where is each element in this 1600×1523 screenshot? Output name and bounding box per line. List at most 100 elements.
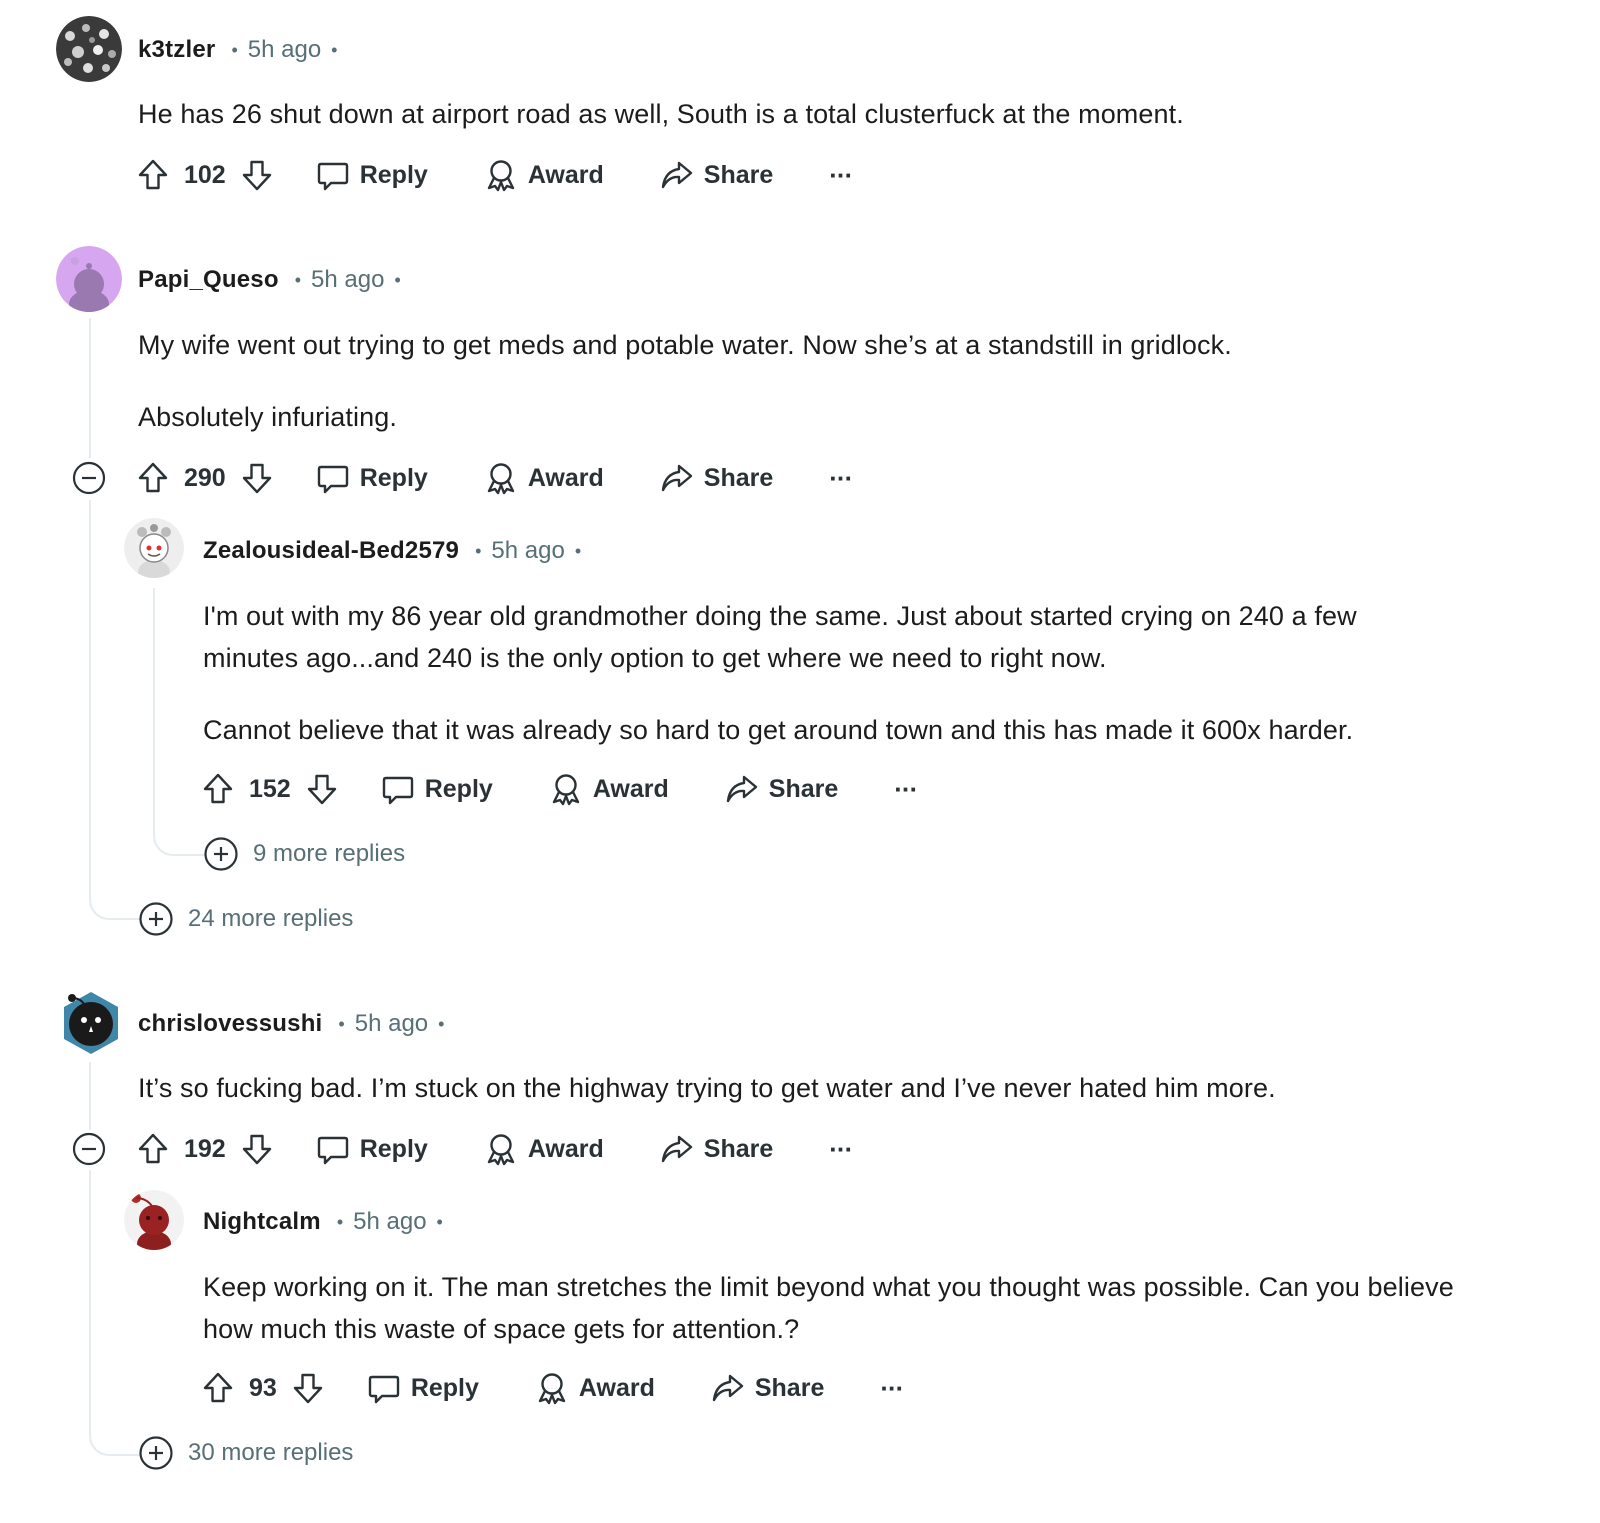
award-icon xyxy=(487,463,515,495)
upvote-button[interactable] xyxy=(201,1371,235,1405)
username[interactable]: k3tzler xyxy=(138,36,215,64)
award-label: Award xyxy=(527,160,604,189)
more-replies-label: 30 more replies xyxy=(188,1439,354,1466)
username[interactable]: Zealousideal-Bed2579 xyxy=(203,537,459,565)
vote-count: 102 xyxy=(184,160,226,189)
award-button[interactable]: Award xyxy=(549,772,669,806)
more-replies-button[interactable]: 24 more replies xyxy=(138,899,353,939)
timestamp: 5h ago xyxy=(247,36,322,63)
more-options-button[interactable]: ··· xyxy=(829,1134,853,1165)
reply-icon xyxy=(368,1375,400,1404)
downvote-button[interactable] xyxy=(305,772,339,806)
upvote-icon xyxy=(203,1372,233,1403)
award-label: Award xyxy=(592,774,669,803)
thread-line xyxy=(153,588,205,856)
more-replies-label: 24 more replies xyxy=(188,905,354,932)
avatar[interactable] xyxy=(56,246,122,312)
reply-button[interactable]: Reply xyxy=(316,1132,428,1166)
vote-count: 290 xyxy=(184,463,226,492)
share-label: Share xyxy=(703,463,774,492)
downvote-icon xyxy=(242,1134,271,1165)
comment-header: Zealousideal-Bed2579 • 5h ago • xyxy=(203,533,581,569)
downvote-button[interactable] xyxy=(240,461,274,495)
share-icon xyxy=(661,161,692,189)
more-options-button[interactable]: ··· xyxy=(894,774,918,805)
comment-header: chrislovessushi • 5h ago • xyxy=(138,1006,444,1042)
reply-button[interactable]: Reply xyxy=(316,461,428,495)
downvote-button[interactable] xyxy=(291,1371,325,1405)
timestamp: 5h ago xyxy=(354,1010,429,1037)
comment-text: He has 26 shut down at airport road as w… xyxy=(138,99,1184,129)
award-icon xyxy=(538,1373,566,1405)
share-button[interactable]: Share xyxy=(660,1132,773,1166)
separator-dot: • xyxy=(394,269,401,290)
avatar[interactable] xyxy=(124,518,184,578)
avatar[interactable] xyxy=(56,16,122,82)
comment-text: My wife went out trying to get meds and … xyxy=(138,330,1232,360)
avatar[interactable] xyxy=(58,990,124,1056)
username[interactable]: Papi_Queso xyxy=(138,266,279,294)
timestamp: 5h ago xyxy=(311,266,385,293)
downvote-icon xyxy=(307,774,336,805)
comment-text: It’s so fucking bad. I’m stuck on the hi… xyxy=(138,1073,1276,1103)
comment-actions: 192 Reply Award Share ··· xyxy=(136,1127,853,1171)
comment-text: Absolutely infuriating. xyxy=(138,402,397,432)
separator-dot: • xyxy=(336,1211,344,1232)
share-button[interactable]: Share xyxy=(711,1371,824,1405)
award-button[interactable]: Award xyxy=(535,1371,655,1405)
award-label: Award xyxy=(527,463,604,492)
more-options-button[interactable]: ··· xyxy=(829,160,853,191)
comment-header: k3tzler • 5h ago • xyxy=(138,32,337,68)
more-options-button[interactable]: ··· xyxy=(829,463,853,494)
upvote-button[interactable] xyxy=(136,461,170,495)
reply-button[interactable]: Reply xyxy=(316,158,428,192)
comment-body: Keep working on it. The man stretches th… xyxy=(203,1266,1454,1350)
thread-line xyxy=(89,318,91,458)
more-replies-button[interactable]: 30 more replies xyxy=(138,1433,353,1473)
comment-body: My wife went out trying to get meds and … xyxy=(138,324,1232,438)
upvote-icon xyxy=(138,159,168,190)
separator-dot: • xyxy=(338,1013,345,1034)
award-button[interactable]: Award xyxy=(484,461,604,495)
comment-text: Cannot believe that it was already so ha… xyxy=(203,715,1354,745)
upvote-button[interactable] xyxy=(136,1132,170,1166)
downvote-icon xyxy=(242,160,271,191)
reply-button[interactable]: Reply xyxy=(367,1371,479,1405)
username[interactable]: Nightcalm xyxy=(203,1208,321,1236)
downvote-button[interactable] xyxy=(240,158,274,192)
award-icon xyxy=(487,1134,515,1166)
collapse-button[interactable] xyxy=(72,1132,106,1166)
reply-button[interactable]: Reply xyxy=(381,772,493,806)
share-button[interactable]: Share xyxy=(660,158,773,192)
share-icon xyxy=(726,775,757,803)
expand-icon xyxy=(139,902,173,936)
username[interactable]: chrislovessushi xyxy=(138,1010,322,1038)
avatar[interactable] xyxy=(124,1190,184,1250)
downvote-icon xyxy=(242,463,271,494)
separator-dot: • xyxy=(574,540,582,561)
upvote-button[interactable] xyxy=(136,158,170,192)
timestamp: 5h ago xyxy=(491,537,565,564)
comment-body: It’s so fucking bad. I’m stuck on the hi… xyxy=(138,1067,1276,1109)
reply-label: Reply xyxy=(359,160,428,189)
share-button[interactable]: Share xyxy=(725,772,838,806)
award-label: Award xyxy=(578,1373,655,1402)
award-button[interactable]: Award xyxy=(484,1132,604,1166)
share-icon xyxy=(661,464,692,492)
more-replies-button[interactable]: 9 more replies xyxy=(203,834,405,874)
share-button[interactable]: Share xyxy=(660,461,773,495)
comment-body: I'm out with my 86 year old grandmother … xyxy=(203,595,1357,751)
expand-icon xyxy=(204,837,238,871)
vote-count: 93 xyxy=(249,1373,277,1402)
comment-actions: 152 Reply Award Share ··· xyxy=(201,767,918,811)
more-options-button[interactable]: ··· xyxy=(880,1373,904,1404)
downvote-button[interactable] xyxy=(240,1132,274,1166)
collapse-button[interactable] xyxy=(72,461,106,495)
collapse-icon xyxy=(72,461,106,495)
share-label: Share xyxy=(768,774,839,803)
award-button[interactable]: Award xyxy=(484,158,604,192)
reply-label: Reply xyxy=(410,1373,479,1402)
upvote-button[interactable] xyxy=(201,772,235,806)
reply-icon xyxy=(317,465,348,494)
vote-count: 192 xyxy=(184,1134,226,1163)
